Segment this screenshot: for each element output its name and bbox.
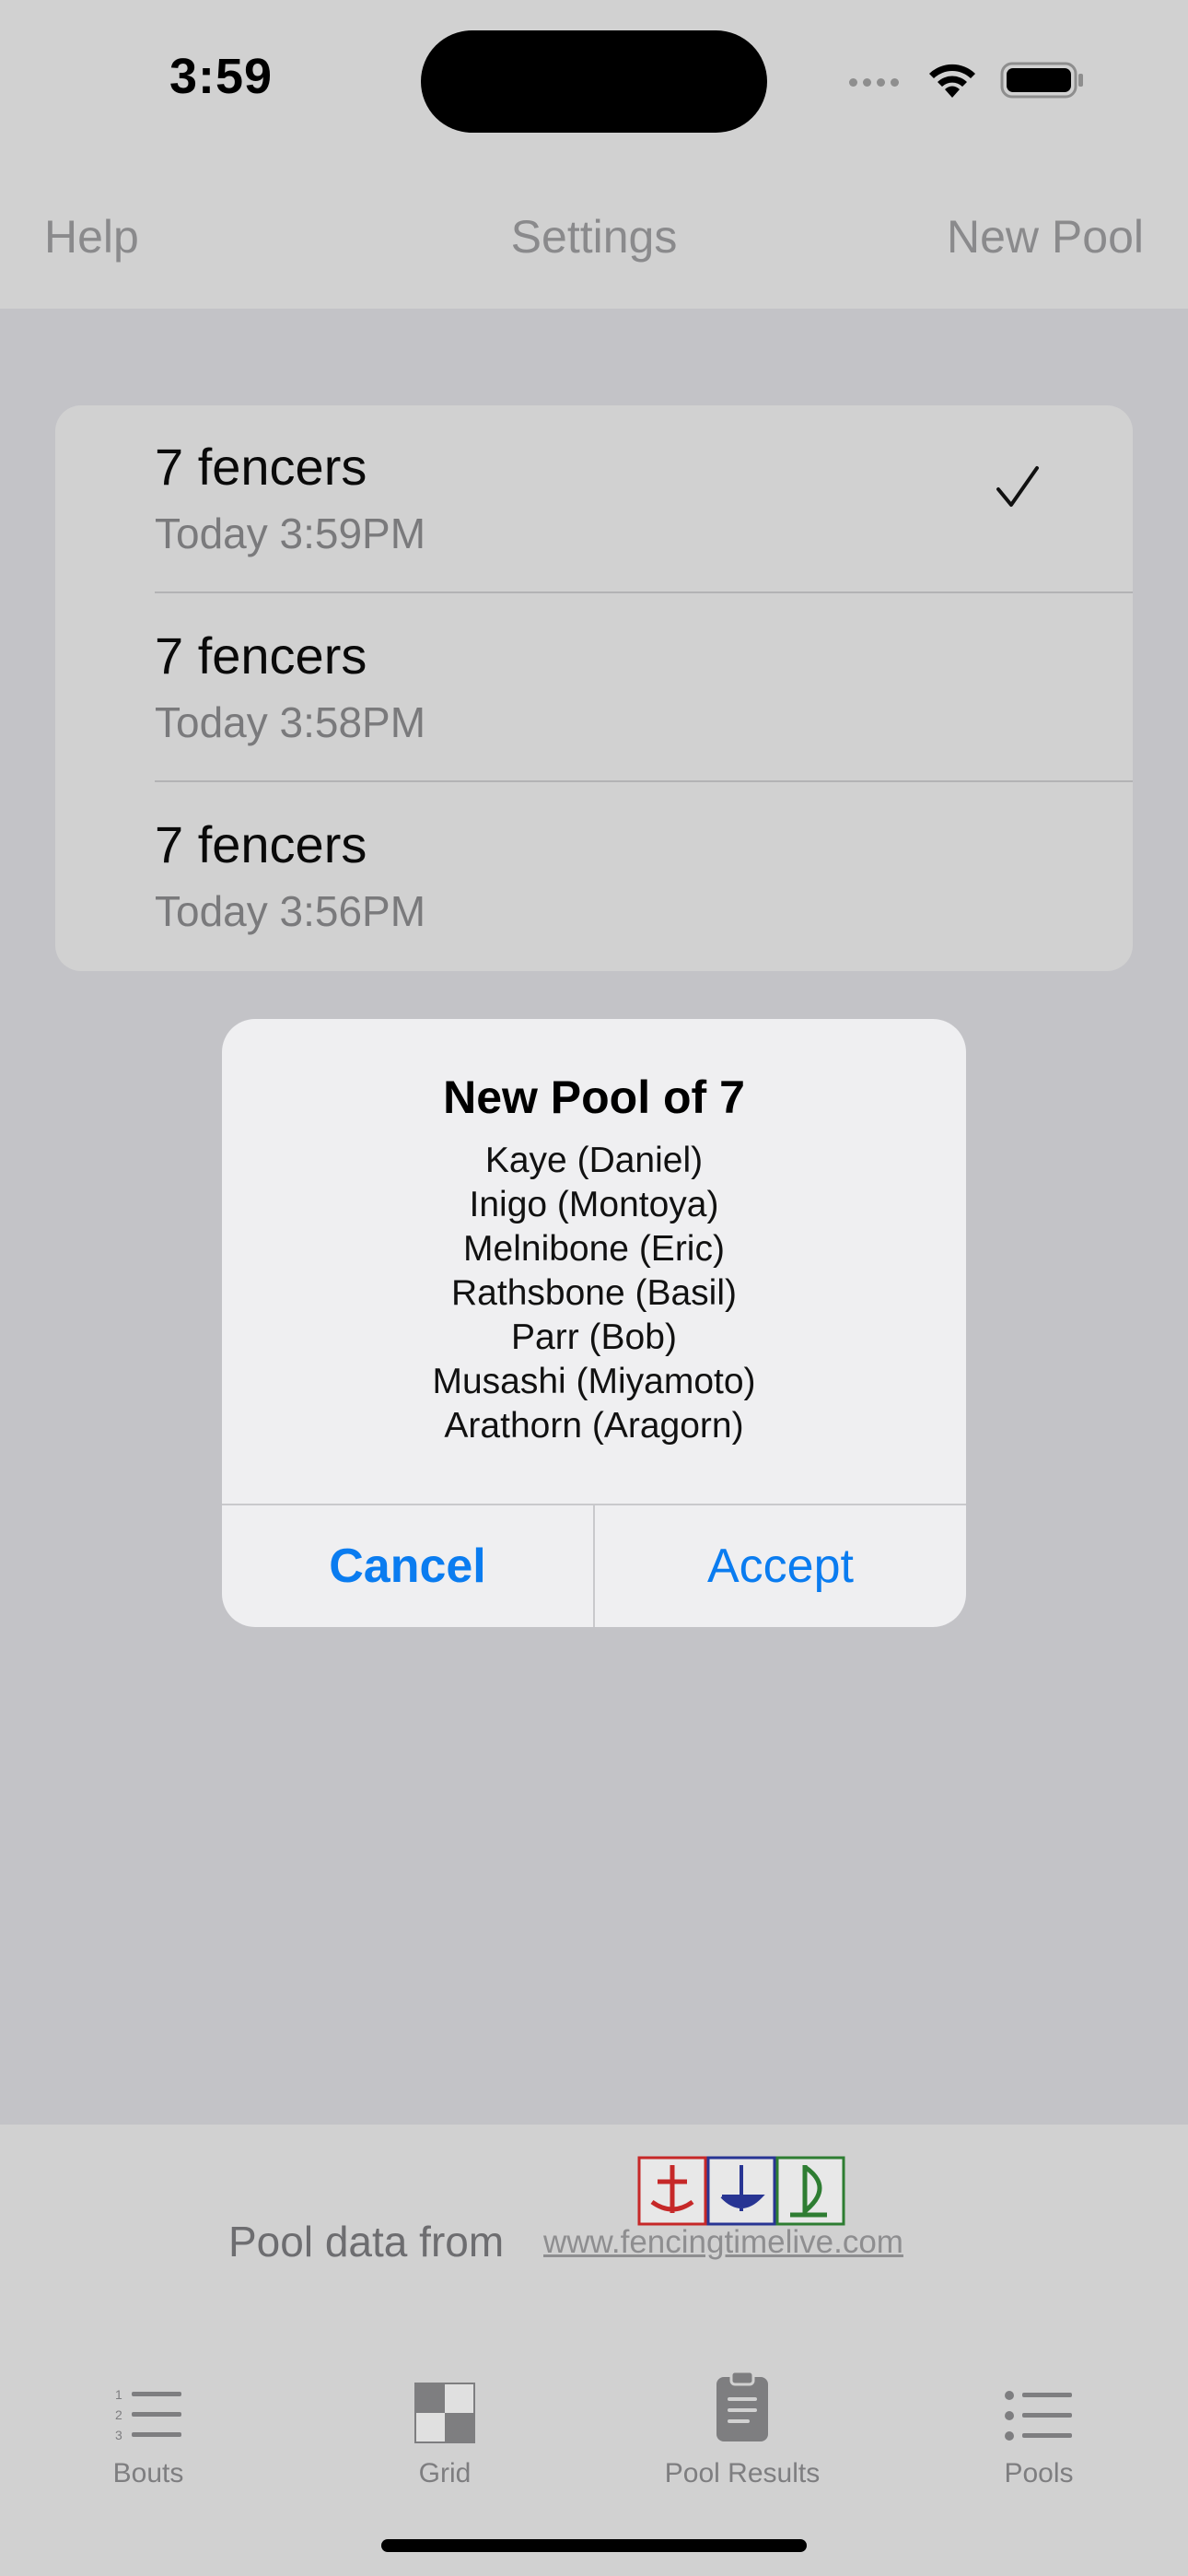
list-icon bbox=[928, 2360, 1149, 2443]
pool-timestamp: Today 3:59PM bbox=[155, 509, 426, 557]
fencer-name: Kaye (Daniel) bbox=[484, 1141, 704, 1180]
pool-timestamp: Today 3:56PM bbox=[155, 887, 426, 935]
tab-label: Pool Results bbox=[664, 2458, 821, 2488]
new-pool-alert: New Pool of 7 Kaye (Daniel) Inigo (Monto… bbox=[222, 1019, 966, 1627]
tab-bouts[interactable]: 1 2 3 Bouts bbox=[38, 2360, 259, 2489]
fencer-name: Rathsbone (Basil) bbox=[451, 1273, 737, 1313]
fencer-name: Inigo (Montoya) bbox=[469, 1185, 719, 1224]
svg-text:1: 1 bbox=[115, 2387, 122, 2402]
tab-label: Grid bbox=[418, 2458, 472, 2488]
new-pool-button[interactable]: New Pool bbox=[947, 210, 1144, 263]
wifi-icon bbox=[926, 61, 978, 104]
pool-data-source-label: Pool data from bbox=[228, 2218, 505, 2266]
fencer-name: Arathorn (Aragorn) bbox=[444, 1406, 744, 1446]
pool-timestamp: Today 3:58PM bbox=[155, 698, 426, 746]
list-item[interactable]: 7 fencers Today 3:59PM bbox=[55, 405, 1133, 593]
pool-title: 7 fencers bbox=[155, 815, 367, 873]
row-divider bbox=[155, 780, 1133, 782]
pool-title: 7 fencers bbox=[155, 438, 367, 496]
status-icons bbox=[849, 61, 1085, 104]
dynamic-island bbox=[421, 30, 767, 133]
tab-label: Bouts bbox=[112, 2458, 184, 2488]
svg-text:3: 3 bbox=[115, 2428, 122, 2442]
list-item[interactable]: 7 fencers Today 3:56PM bbox=[55, 783, 1133, 971]
home-indicator[interactable] bbox=[381, 2539, 807, 2552]
alert-title: New Pool of 7 bbox=[443, 1071, 745, 1123]
tab-pools[interactable]: Pools bbox=[928, 2360, 1149, 2489]
fencer-name: Melnibone (Eric) bbox=[463, 1229, 725, 1269]
navigation-bar: Settings Help New Pool bbox=[0, 193, 1188, 276]
row-divider bbox=[155, 591, 1133, 593]
tab-pool-results[interactable]: Pool Results bbox=[632, 2360, 853, 2489]
alert-message: Kaye (Daniel) Inigo (Montoya) Melnibone … bbox=[222, 1139, 966, 1448]
fencer-name: Parr (Bob) bbox=[511, 1317, 677, 1357]
tab-label: Pools bbox=[1004, 2458, 1074, 2488]
accept-button[interactable]: Accept bbox=[595, 1505, 966, 1627]
help-button[interactable]: Help bbox=[44, 210, 139, 263]
numbered-list-icon: 1 2 3 bbox=[38, 2360, 259, 2443]
battery-icon bbox=[1000, 61, 1085, 104]
top-chrome: 3:59 Settings Help New Pool bbox=[0, 0, 1188, 309]
status-time: 3:59 bbox=[169, 49, 274, 104]
tab-grid[interactable]: Grid bbox=[334, 2360, 555, 2489]
pools-list: 7 fencers Today 3:59PM 7 fencers Today 3… bbox=[55, 405, 1133, 971]
grid-icon bbox=[334, 2360, 555, 2443]
list-item[interactable]: 7 fencers Today 3:58PM bbox=[55, 594, 1133, 782]
pool-title: 7 fencers bbox=[155, 626, 367, 685]
cellular-signal-icon bbox=[849, 75, 904, 91]
fencer-name: Musashi (Miyamoto) bbox=[432, 1362, 756, 1401]
cancel-button[interactable]: Cancel bbox=[222, 1505, 593, 1627]
footer: Pool data from www.fencingtimelive.com 1… bbox=[0, 2125, 1188, 2576]
clipboard-icon bbox=[632, 2360, 853, 2443]
checkmark-icon bbox=[995, 464, 1041, 515]
fencingtimelive-link[interactable]: www.fencingtimelive.com bbox=[543, 2224, 903, 2261]
svg-text:2: 2 bbox=[115, 2407, 122, 2422]
fencingtime-logo-icon[interactable] bbox=[637, 2156, 845, 2231]
